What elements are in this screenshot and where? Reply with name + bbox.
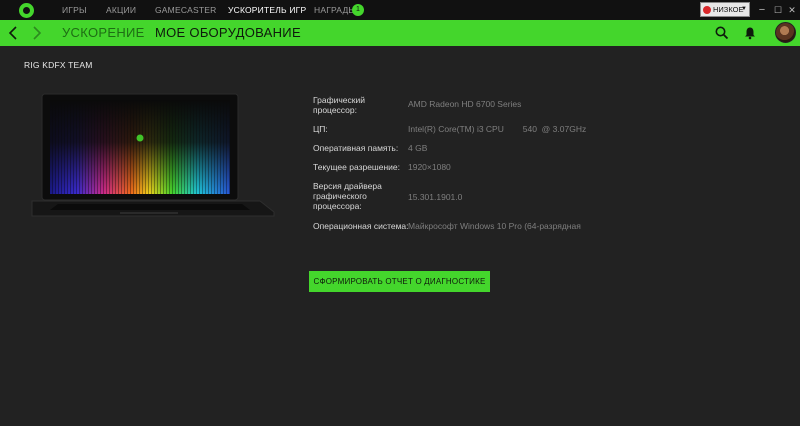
chevron-down-icon: ▼	[741, 6, 747, 12]
search-icon[interactable]	[714, 25, 730, 41]
nav-item-rewards[interactable]: НАГРАДЫ	[314, 0, 356, 20]
avatar[interactable]	[775, 22, 796, 43]
spec-value-cpu: Intel(R) Core(TM) i3 CPU 540 @ 3.07GHz	[408, 124, 587, 134]
close-button[interactable]: ✕	[784, 0, 800, 20]
rig-name: RIG KDFX TEAM	[24, 60, 93, 70]
spec-label-cpu: ЦП:	[313, 124, 328, 134]
section-header-bar: УСКОРЕНИЕ МОЕ ОБОРУДОВАНИЕ	[0, 20, 800, 46]
nav-item-gamecaster[interactable]: GAMECASTER	[155, 0, 217, 20]
spec-label-os: Операционная система:	[313, 221, 409, 231]
top-nav-bar: ИГРЫ АКЦИИ GAMECASTER УСКОРИТЕЛЬ ИГР НАГ…	[0, 0, 800, 20]
spec-label-gpu: Графический процессор:	[313, 95, 365, 115]
tab-my-hardware[interactable]: МОЕ ОБОРУДОВАНИЕ	[155, 20, 301, 46]
minimize-icon: −	[758, 4, 766, 16]
spec-value-resolution: 1920×1080	[408, 162, 451, 172]
spec-value-ram: 4 GB	[408, 143, 428, 153]
rewards-count-badge: 1	[352, 4, 364, 16]
nav-item-game-booster[interactable]: УСКОРИТЕЛЬ ИГР	[228, 0, 306, 20]
spec-value-gpu: AMD Radeon HD 6700 Series	[408, 99, 522, 109]
spec-value-os: Майкрософт Windows 10 Pro (64-разрядная	[408, 221, 581, 231]
spec-value-driver: 15.301.1901.0	[408, 192, 463, 202]
forward-arrow-icon[interactable]	[28, 24, 44, 42]
laptop-image	[31, 93, 275, 217]
close-icon: ✕	[788, 5, 796, 15]
razer-logo-icon[interactable]	[19, 3, 34, 18]
nav-item-games[interactable]: ИГРЫ	[62, 0, 87, 20]
performance-indicator-icon	[703, 6, 711, 14]
spec-label-resolution: Текущее разрешение:	[313, 162, 401, 172]
maximize-icon: ☐	[773, 5, 783, 15]
back-arrow-icon[interactable]	[6, 24, 22, 42]
spec-label-driver: Версия драйвера графического процессора:	[313, 181, 382, 211]
performance-mode-label: НИЗКОЕ	[713, 5, 744, 14]
generate-diagnostic-report-button[interactable]: СФОРМИРОВАТЬ ОТЧЕТ О ДИАГНОСТИКЕ	[309, 271, 490, 292]
minimize-button[interactable]: −	[754, 0, 770, 20]
nav-item-deals[interactable]: АКЦИИ	[106, 0, 136, 20]
performance-mode-dropdown[interactable]: НИЗКОЕ ▼	[700, 2, 750, 17]
spec-label-ram: Оперативная память:	[313, 143, 399, 153]
tab-boost[interactable]: УСКОРЕНИЕ	[62, 20, 145, 46]
bell-icon[interactable]	[742, 25, 758, 41]
